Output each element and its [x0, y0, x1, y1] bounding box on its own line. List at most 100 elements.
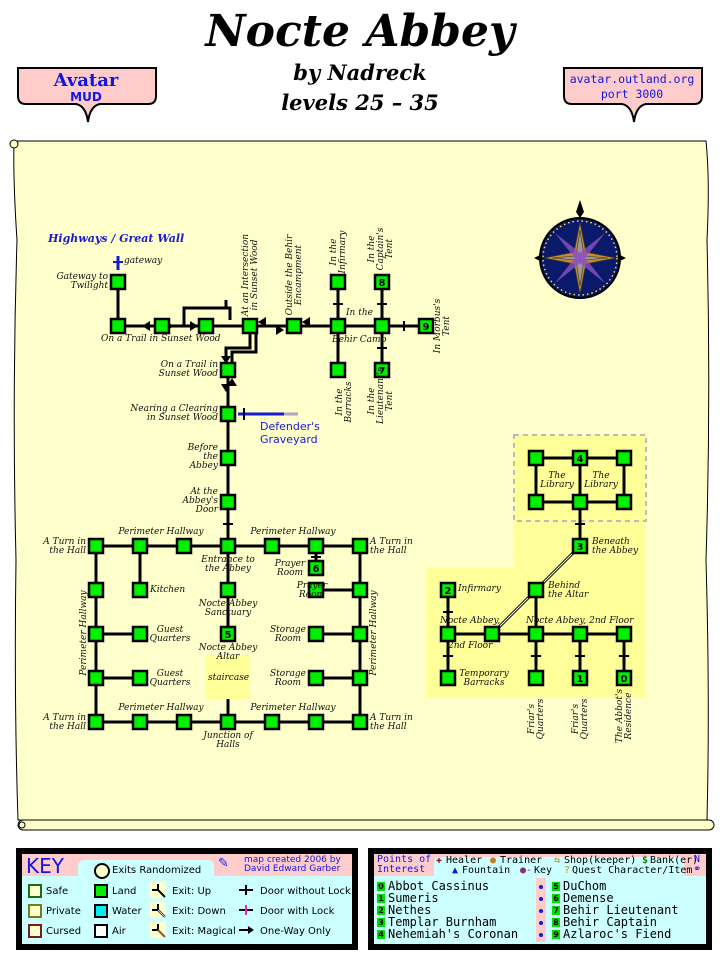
room-label-kitchen: Kitchen	[150, 585, 186, 595]
exit-staircase-label: staircase	[208, 673, 250, 683]
room-label-friars-2: Friar's Quarters	[571, 698, 590, 740]
room-outside-behir	[285, 317, 303, 335]
healer-icon: ✚	[436, 855, 443, 866]
room-trail	[109, 317, 127, 335]
room-friars	[527, 669, 545, 687]
room-perimeter	[175, 537, 193, 555]
room-nearing-clearing	[219, 405, 237, 423]
room-trail	[153, 317, 171, 335]
room-label-storage-2: Storage Room	[270, 669, 306, 688]
room-behir-camp	[373, 317, 391, 335]
poi-number-badge: 7	[552, 906, 560, 915]
room-temp-barracks	[439, 669, 457, 687]
room-library	[615, 493, 633, 511]
exit-type-icons	[150, 882, 166, 938]
room-label-trail: On a Trail in Sunset Wood	[101, 334, 221, 344]
room-storage	[307, 625, 325, 643]
key-label: Key	[534, 865, 553, 876]
exit-down-label: Exit: Down	[172, 906, 226, 917]
room-label-turn-tr: A Turn in the Hall	[370, 537, 413, 556]
poi-entry: 9 Azlaroc's Fiend	[552, 927, 671, 941]
room-perimeter	[263, 537, 281, 555]
private-swatch-icon	[28, 904, 42, 918]
room-library	[615, 449, 633, 467]
terrain-air-label: Air	[112, 926, 126, 937]
room-label-library-1: The Library	[540, 471, 574, 490]
poi-entry: 4 Nehemiah's Coronan	[377, 927, 518, 941]
room-label-trail-2: On a Trail in Sunset Wood	[158, 360, 218, 379]
room-perimeter	[131, 537, 149, 555]
exit-gateway-label: gateway	[124, 256, 163, 266]
room-label-barracks: In the Barracks	[335, 381, 354, 423]
poi-number-badge: 2	[377, 906, 385, 915]
room-label-beneath: Beneath the Abbey	[592, 537, 639, 556]
poi-name: Azlaroc's Fiend	[563, 927, 672, 941]
room-label-morbus-tent: In Morbus's Tent	[433, 298, 452, 354]
room-guest	[131, 625, 149, 643]
room-label-gateway-twilight: Gateway to Twilight	[56, 272, 108, 291]
room-label-perimeter-top-left: Perimeter Hallway	[118, 527, 204, 537]
zone-safe-label: Safe	[46, 886, 69, 897]
north-arrow-icon: ⚭	[693, 864, 702, 875]
room-perimeter	[87, 669, 105, 687]
poi-number-badge: 9	[552, 930, 560, 939]
exit-magical-label: Exit: Magical	[172, 926, 236, 937]
room-second-floor	[615, 625, 633, 643]
room-turn-hall	[351, 537, 369, 555]
room-second-floor	[527, 625, 545, 643]
room-label-turn-br: A Turn in the Hall	[370, 713, 413, 732]
room-label-abbey-door: At the Abbey's Door	[182, 487, 218, 515]
room-turn-hall	[351, 713, 369, 731]
zone-cursed-label: Cursed	[46, 926, 82, 937]
room-label-behind-altar: Behind the Altar	[548, 581, 589, 600]
room-label-outside-behir: Outside the Behir Encampment	[285, 234, 304, 316]
poi-marker-0: 0	[621, 674, 628, 685]
one-way-label: One-Way Only	[260, 926, 331, 937]
divider-dot-icon	[539, 909, 543, 913]
room-second-floor	[571, 625, 589, 643]
room-trail-2	[219, 361, 237, 379]
terrain-land-label: Land	[112, 886, 137, 897]
room-label-intersection: At an Intersection in Sunset Wood	[241, 233, 260, 317]
room-label-nearing-clearing: Nearing a Clearing in Sunset Wood	[130, 404, 218, 423]
room-guest	[131, 669, 149, 687]
room-library	[527, 493, 545, 511]
room-perimeter	[131, 713, 149, 731]
map-key: KEY Exits Randomized ✎ map created 2006 …	[16, 848, 358, 950]
room-library	[571, 493, 589, 511]
room-label-guest-1: Guest Quarters	[149, 625, 191, 644]
exits-randomized-icon	[94, 863, 110, 879]
exit-graveyard-label: Defender's Graveyard	[260, 420, 320, 446]
poi-number-badge: 0	[377, 882, 385, 891]
room-label-2nd-floor-full: Nocte Abbey, 2nd Floor	[526, 616, 634, 626]
water-swatch-icon	[94, 904, 108, 918]
room-label-turn-bl: A Turn in the Hall	[43, 713, 86, 732]
points-of-interest: Points of Interest ✚ Healer ● Trainer ⇆ …	[368, 848, 712, 950]
room-storage	[307, 669, 325, 687]
room-perimeter	[307, 713, 325, 731]
land-swatch-icon	[94, 884, 108, 898]
poi-marker-9: 9	[423, 322, 430, 333]
room-label-behir-camp-a: In the	[346, 308, 373, 318]
poi-marker-8: 8	[379, 278, 386, 289]
poi-number-badge: 8	[552, 918, 560, 927]
room-gateway-twilight	[109, 273, 127, 291]
room-entrance	[219, 537, 237, 555]
poi-number-badge: 6	[552, 894, 560, 903]
room-behir-camp	[329, 317, 347, 335]
quest-label: Quest Character/Item	[572, 865, 693, 876]
room-library	[527, 449, 545, 467]
room-label-abbots: The Abbot's Residence	[615, 688, 634, 744]
room-label-prayer-2: Prayer Room	[296, 581, 328, 600]
room-label-before-abbey: Before the Abbey	[187, 443, 218, 471]
room-second-floor	[483, 625, 501, 643]
poi-number-badge: 5	[552, 882, 560, 891]
room-kitchen	[131, 581, 149, 599]
key-icon: ●-	[520, 865, 533, 876]
scroll-quill-icon: ✎	[218, 856, 229, 871]
region-label: Highways / Great Wall	[48, 232, 185, 245]
door-type-icons	[239, 885, 254, 934]
room-perimeter	[351, 669, 369, 687]
room-perimeter	[175, 713, 193, 731]
safe-swatch-icon	[28, 884, 42, 898]
